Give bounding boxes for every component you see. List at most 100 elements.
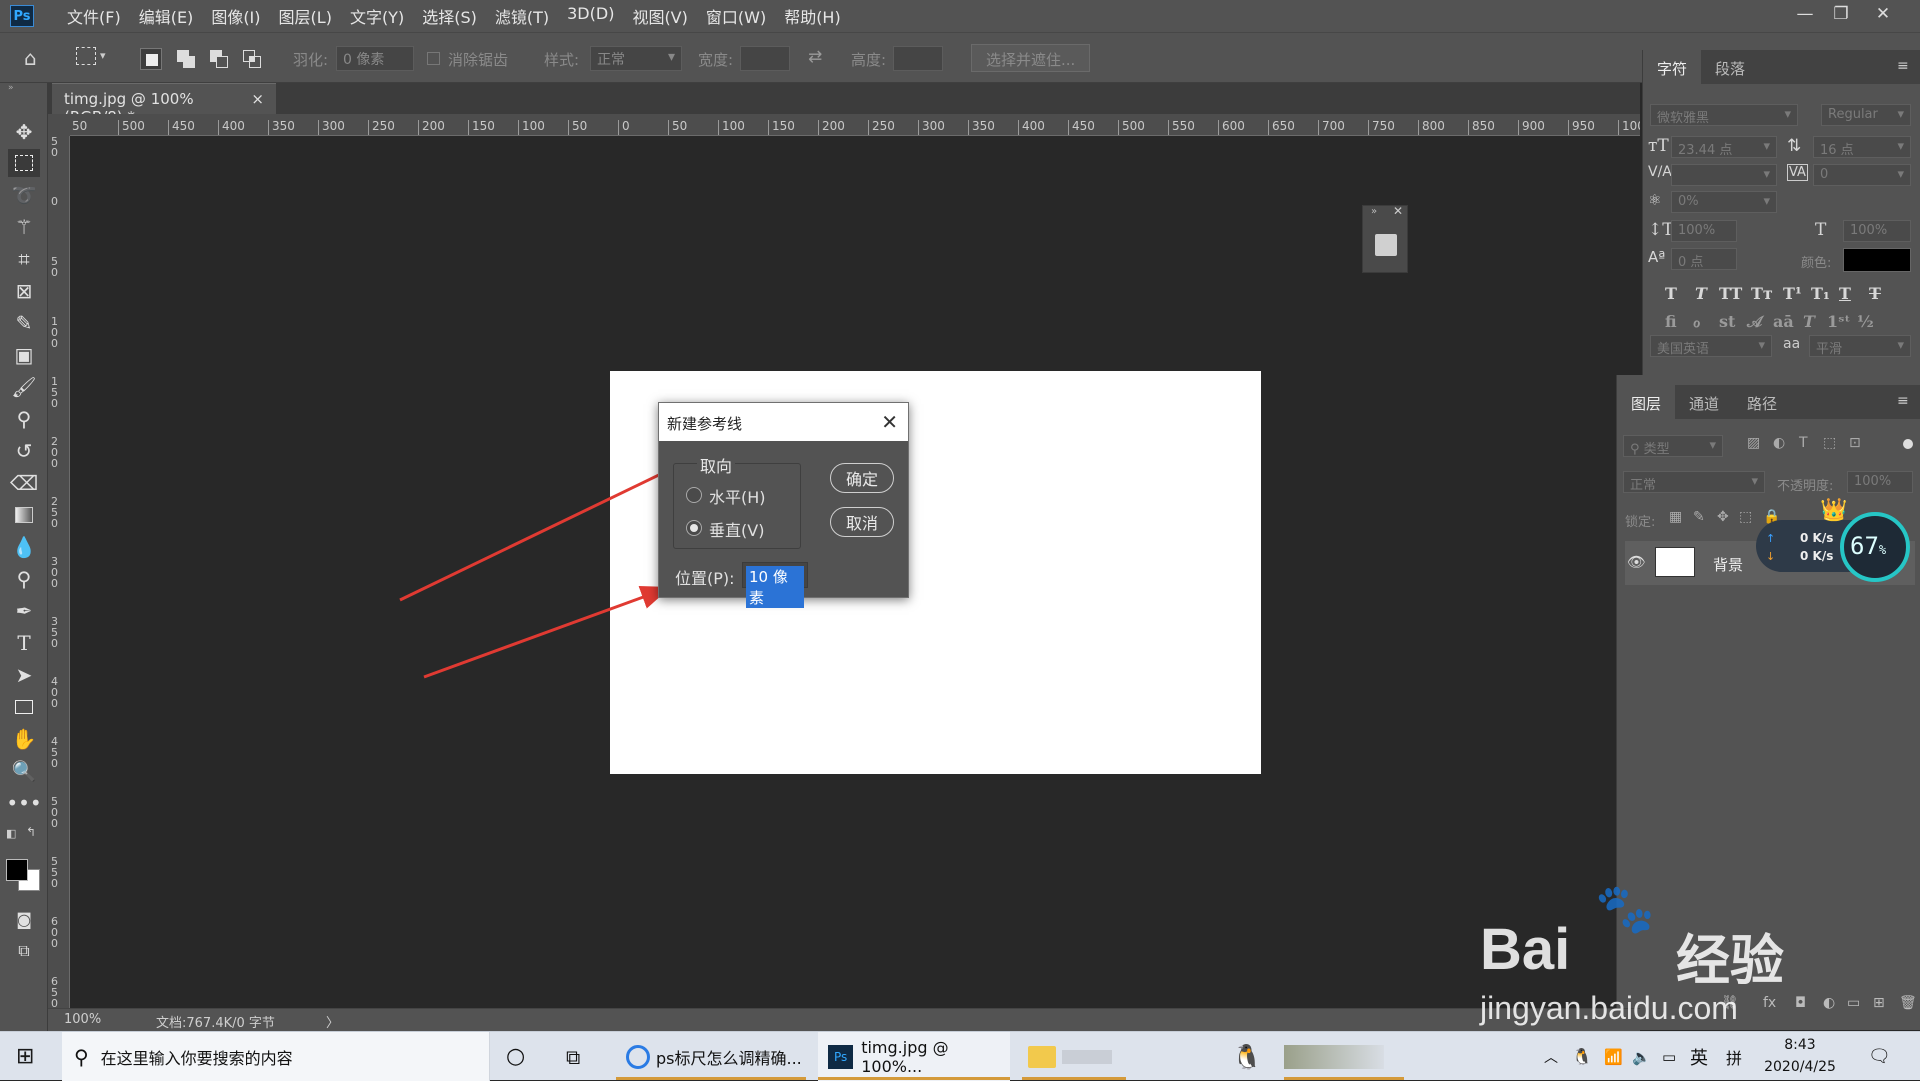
menu-3d[interactable]: 3D(D) [558,4,623,28]
panel-menu-icon[interactable]: ≡ [1897,393,1909,409]
clone-stamp-tool-icon[interactable]: ⚲ [8,405,40,433]
superscript-icon[interactable]: T¹ [1783,284,1802,303]
cortana-icon[interactable]: ○ [506,1032,525,1081]
vertical-scale-input[interactable]: 100% [1671,220,1737,242]
vertical-label[interactable]: 垂直(V) [709,517,764,541]
ordinals-icon[interactable]: 1ˢᵗ [1827,312,1850,331]
kerning-input[interactable]: ▾ [1671,164,1777,186]
lasso-tool-icon[interactable]: ➰ [8,181,40,209]
taskbar-browser[interactable]: ps标尺怎么调精确... [616,1032,806,1081]
document-tab[interactable]: timg.jpg @ 100%(RGB/8) * × [52,83,276,126]
font-style-select[interactable]: Regular ▾ [1821,104,1911,126]
blend-mode-select[interactable]: 正常 ▾ [1623,471,1765,493]
leading-input[interactable]: 16 点 ▾ [1813,136,1911,158]
stylistic-alternates-icon[interactable]: aā [1773,312,1794,331]
healing-brush-tool-icon[interactable]: ▣ [8,341,40,369]
network-speed-widget[interactable]: ↑ ↓ 0 K/s 0 K/s 67% 👑 [1756,498,1910,582]
antialias-checkbox[interactable] [427,52,440,65]
swap-colors-icon[interactable]: ↰ [26,825,36,839]
filter-type-icon[interactable]: T [1799,435,1808,451]
pen-tool-icon[interactable]: ✒ [8,597,40,625]
clock[interactable]: 8:43 2020/4/25 [1760,1034,1840,1078]
antialias-select[interactable]: 平滑 ▾ [1809,335,1911,357]
taskbar-photoshop[interactable]: Ps timg.jpg @ 100%... [818,1032,1010,1081]
text-color-swatch[interactable] [1843,248,1911,272]
feather-input[interactable]: 0 像素 [336,46,414,71]
font-size-input[interactable]: 23.44 点 ▾ [1671,136,1777,158]
ime-mode[interactable]: 拼 [1726,1032,1742,1081]
strikethrough-icon[interactable]: T [1869,284,1881,303]
taskbar-blurred-app[interactable] [1284,1032,1404,1081]
task-view-icon[interactable]: ⧉ [566,1032,580,1081]
crop-tool-icon[interactable]: ⌗ [8,245,40,273]
close-window-button[interactable]: ✕ [1864,0,1902,28]
rectangle-tool-icon[interactable] [8,693,40,721]
menu-image[interactable]: 图像(I) [202,4,269,28]
menu-select[interactable]: 选择(S) [413,4,486,28]
taskbar-folder[interactable] [1028,1032,1128,1081]
ruler-corner[interactable] [48,114,70,136]
titling-alternates-icon[interactable]: T [1803,312,1815,331]
filter-pixel-icon[interactable]: ▨ [1747,435,1760,451]
move-tool-icon[interactable]: ✥ [8,118,40,146]
blur-tool-icon[interactable]: 💧 [8,533,40,561]
hand-tool-icon[interactable]: ✋ [8,725,40,753]
zoom-level[interactable]: 100% [64,1012,101,1027]
dodge-tool-icon[interactable]: ⚲ [8,565,40,593]
horizontal-label[interactable]: 水平(H) [709,484,766,508]
cancel-button[interactable]: 取消 [830,507,894,537]
small-caps-icon[interactable]: Tт [1751,284,1773,303]
all-caps-icon[interactable]: TT [1719,284,1742,303]
menu-layer[interactable]: 图层(L) [270,4,341,28]
ok-button[interactable]: 确定 [830,463,894,493]
history-brush-tool-icon[interactable]: ↺ [8,437,40,465]
vertical-ruler[interactable]: 50 0 50 100 150 200 250 300 350 400 450 500 550 600 65… [48,136,70,1008]
network-icon[interactable]: 📶 [1604,1032,1623,1081]
menu-view[interactable]: 视图(V) [623,4,696,28]
eraser-tool-icon[interactable]: ⌫ [8,469,40,497]
properties-icon[interactable] [1375,234,1397,256]
screen-mode-icon[interactable]: ⧉ [8,937,40,965]
tsume-input[interactable]: 0% ▾ [1671,191,1777,213]
default-colors-icon[interactable]: ◧ [6,827,16,840]
lock-position-icon[interactable]: ✥ [1717,509,1729,525]
vertical-radio[interactable] [686,520,702,536]
qq-icon[interactable]: 🐧 [1232,1032,1262,1081]
horizontal-scale-input[interactable]: 100% [1843,220,1911,242]
tab-paths[interactable]: 路径 [1733,385,1791,419]
horizontal-ruler[interactable]: 50 500 450 400 350 300 250 200 150 100 50 0 50 100 150… [70,114,1640,136]
chevron-down-icon[interactable]: ▾ [100,49,106,62]
tab-channels[interactable]: 通道 [1675,385,1733,419]
quick-mask-icon[interactable]: ◙ [8,905,40,933]
menu-edit[interactable]: 编辑(E) [130,4,203,28]
style-select[interactable]: 正常 ▾ [590,46,682,71]
faux-bold-icon[interactable]: T [1665,284,1677,303]
battery-icon[interactable]: ▭ [1662,1032,1676,1081]
collapse-arrows-icon[interactable]: » [8,83,14,93]
lock-pixels-icon[interactable]: ✎ [1693,509,1705,525]
layer-filter-select[interactable]: ⚲ 类型 ▾ [1623,435,1723,457]
font-family-select[interactable]: 微软雅黑 ▾ [1650,104,1798,126]
old-style-icon[interactable]: ℴ [1693,312,1700,331]
close-panel-icon[interactable]: ✕ [1393,204,1403,218]
height-input[interactable] [893,46,943,71]
opacity-input[interactable]: 100% [1847,471,1913,493]
ime-language[interactable]: 英 [1690,1032,1708,1081]
tray-expand-icon[interactable]: ︿ [1544,1032,1558,1081]
more-tools-icon[interactable]: ••• [6,789,41,817]
underline-icon[interactable]: T [1839,284,1851,303]
select-and-mask-button[interactable]: 选择并遮住... [971,44,1091,72]
ligatures-icon[interactable]: fi [1665,312,1677,331]
rectangular-marquee-tool-icon[interactable] [8,149,40,177]
panel-menu-icon[interactable]: ≡ [1897,58,1909,74]
filter-toggle-icon[interactable] [1903,439,1913,449]
horizontal-radio[interactable] [686,487,702,503]
menu-help[interactable]: 帮助(H) [775,4,850,28]
frame-tool-icon[interactable]: ⊠ [8,277,40,305]
lock-artboard-icon[interactable]: ⬚ [1739,509,1752,525]
menu-filter[interactable]: 滤镜(T) [486,4,558,28]
expand-arrows-icon[interactable]: » [1371,206,1377,217]
close-tab-icon[interactable]: × [251,90,264,108]
foreground-color-swatch[interactable] [6,859,28,881]
path-selection-tool-icon[interactable]: ➤ [8,661,40,689]
